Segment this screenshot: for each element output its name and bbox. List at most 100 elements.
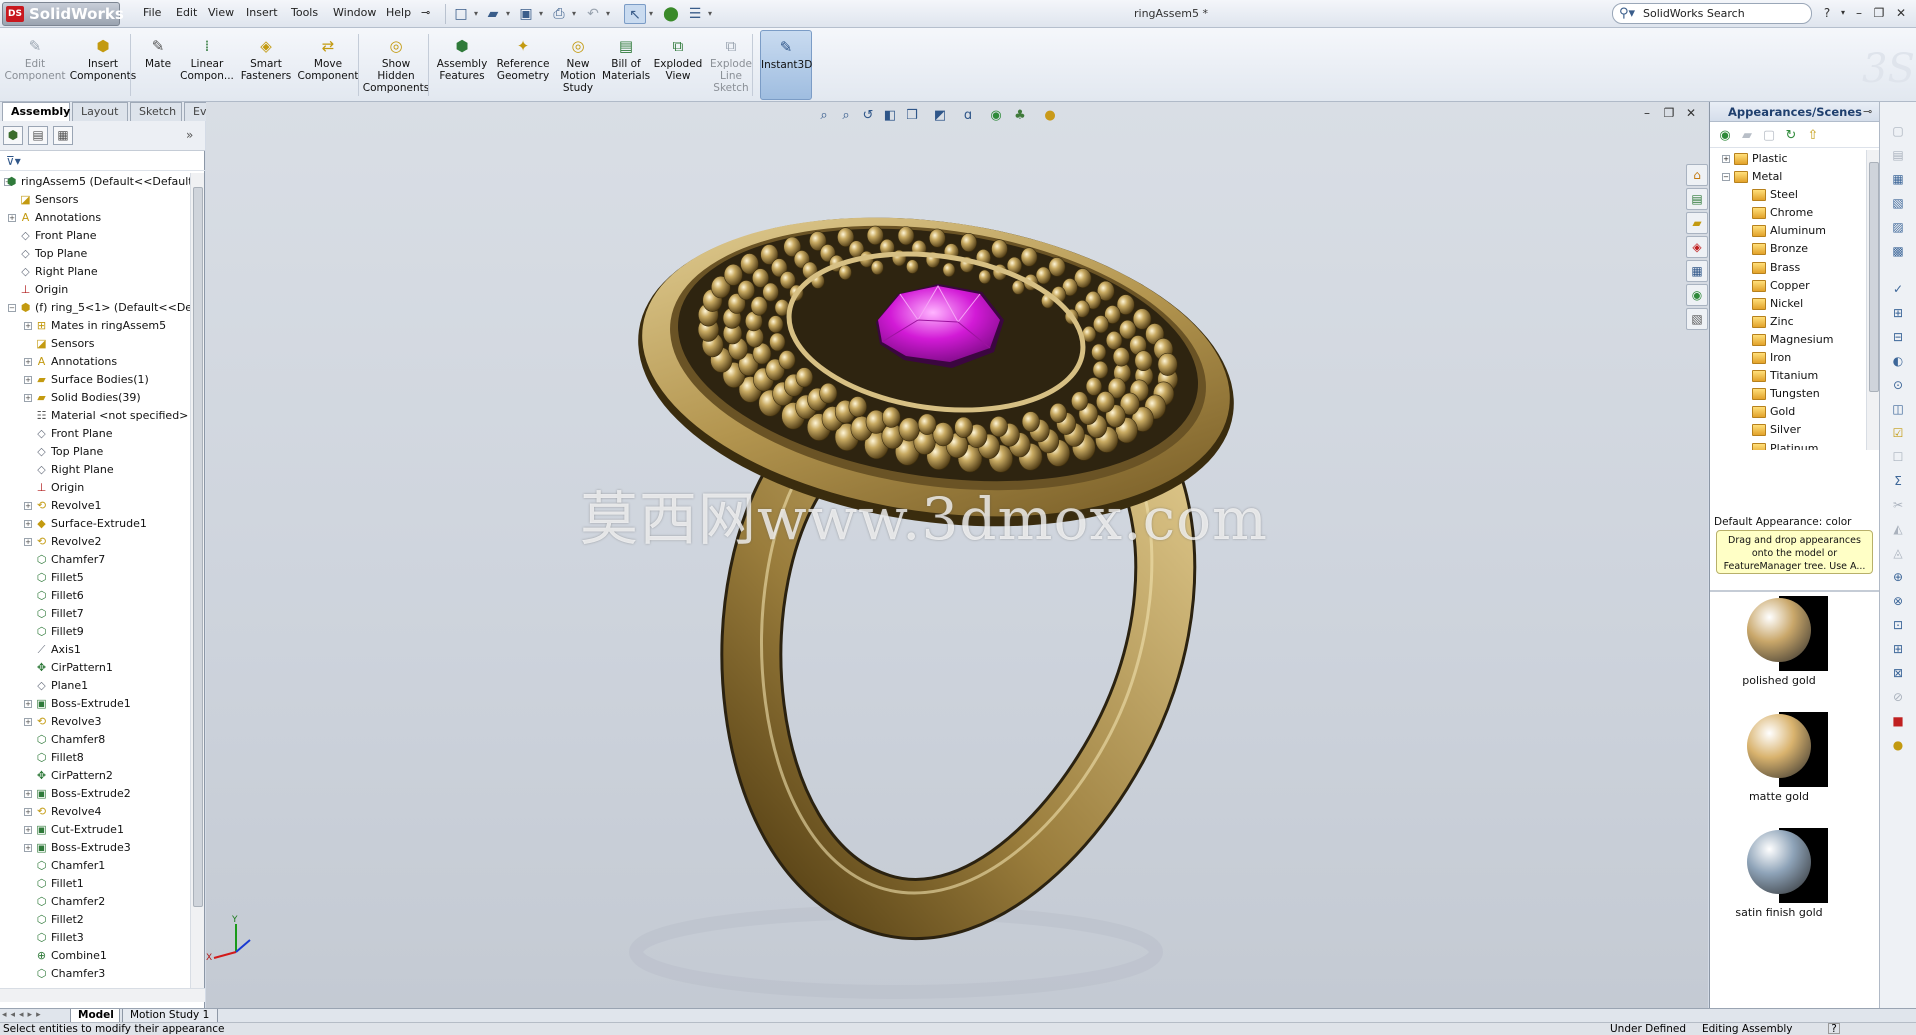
strip-icon-13[interactable]: ☑ (1888, 424, 1908, 442)
tree-item[interactable]: ✥ CirPattern2 (0, 767, 190, 785)
appearance-item[interactable]: Brass (1710, 259, 1866, 277)
appearance-item[interactable]: + Plastic (1710, 150, 1866, 168)
expand-icon[interactable]: + (24, 844, 32, 852)
file-properties-icon[interactable]: ☰ (684, 4, 706, 24)
collapse-icon[interactable]: − (8, 304, 16, 312)
appearances-scrollbar[interactable] (1866, 150, 1880, 450)
menu-window[interactable]: Window (333, 6, 376, 19)
appearance-item[interactable]: Platinum (1710, 440, 1866, 450)
tab-layout[interactable]: Layout (72, 102, 128, 121)
cmd-linear-pattern-button[interactable]: ⁞ Linear Compon... (178, 30, 236, 100)
hide-show-items-icon[interactable]: ɑ (958, 106, 978, 126)
display-style-icon[interactable]: ◩ (930, 106, 950, 126)
swatch-matte-gold[interactable] (1730, 712, 1828, 787)
previous-view-icon[interactable]: ↺ (858, 106, 878, 126)
strip-icon-3[interactable]: ▦ (1888, 170, 1908, 188)
chevron-down-icon[interactable]: ▾ (537, 4, 545, 24)
tree-item[interactable]: ⬡ Fillet9 (0, 623, 190, 641)
appearance-item[interactable]: Magnesium (1710, 331, 1866, 349)
viewport-close-button[interactable]: ✕ (1682, 106, 1700, 122)
tree-item[interactable]: ◪ Sensors (0, 335, 190, 353)
appearance-item[interactable]: Bronze (1710, 240, 1866, 258)
appearances-scenes-icon[interactable]: ◉ (1686, 284, 1708, 306)
strip-icon-16[interactable]: ✂ (1888, 496, 1908, 514)
tree-item[interactable]: ◇ Front Plane (0, 425, 190, 443)
tree-item[interactable]: ◇ Top Plane (0, 245, 190, 263)
close-button[interactable]: ✕ (1892, 5, 1910, 21)
tree-item[interactable]: ⊥ Origin (0, 479, 190, 497)
expand-icon[interactable]: + (24, 826, 32, 834)
tree-item[interactable]: + ⟲ Revolve4 (0, 803, 190, 821)
menu-insert[interactable]: Insert (246, 6, 278, 19)
cmd-mate-button[interactable]: ✎ Mate (140, 30, 176, 100)
tree-item[interactable]: ◇ Right Plane (0, 461, 190, 479)
appearance-item[interactable]: Chrome (1710, 204, 1866, 222)
expand-panel-icon[interactable]: » (186, 128, 193, 142)
expand-icon[interactable]: + (24, 394, 32, 402)
tree-item[interactable]: + A Annotations (0, 353, 190, 371)
appearance-item[interactable]: Gold (1710, 403, 1866, 421)
strip-icon-9[interactable]: ⊟ (1888, 328, 1908, 346)
tree-item[interactable]: ⬡ Fillet5 (0, 569, 190, 587)
chevron-down-icon[interactable]: ▾ (647, 4, 655, 24)
strip-icon-12[interactable]: ◫ (1888, 400, 1908, 418)
tree-item[interactable]: + ▰ Solid Bodies(39) (0, 389, 190, 407)
strip-icon-17[interactable]: ◭ (1888, 520, 1908, 538)
apply-scene-icon[interactable]: ♣ (1010, 106, 1030, 126)
search-input[interactable]: ⚲▾ SolidWorks Search (1612, 3, 1812, 24)
strip-icon-1[interactable]: ▢ (1888, 122, 1908, 140)
tree-item[interactable]: ⬡ Fillet7 (0, 605, 190, 623)
tree-item[interactable]: ☷ Material <not specified> (0, 407, 190, 425)
tree-item[interactable]: ⬡ Chamfer7 (0, 551, 190, 569)
tree-item[interactable]: − ⬢ (f) ring_5<1> (Default<<Def (0, 299, 190, 317)
chevron-down-icon[interactable]: ▾ (604, 4, 612, 24)
tab-sketch[interactable]: Sketch (130, 102, 182, 121)
cmd-assembly-features-button[interactable]: ⬢ Assembly Features (434, 30, 490, 100)
appearance-item[interactable]: Silver (1710, 421, 1866, 439)
sum-icon[interactable]: Σ (1888, 472, 1908, 490)
save-icon[interactable]: ▣ (515, 4, 537, 24)
cmd-insert-components-button[interactable]: ⬢ Insert Components (68, 30, 138, 100)
status-help-icon[interactable]: ? (1828, 1023, 1840, 1034)
swatch-satin-finish-gold[interactable] (1730, 828, 1828, 903)
appearance-item[interactable]: Tungsten (1710, 385, 1866, 403)
tree-item[interactable]: ⬡ Chamfer1 (0, 857, 190, 875)
swatch-polished-gold[interactable] (1730, 596, 1828, 671)
strip-icon-11[interactable]: ⊙ (1888, 376, 1908, 394)
expand-icon[interactable]: + (24, 700, 32, 708)
appearance-item[interactable]: Iron (1710, 349, 1866, 367)
view-orientation-icon[interactable]: ❒ (902, 106, 922, 126)
cmd-instant3d-button[interactable]: ✎ Instant3D (760, 30, 812, 100)
tab-scroll-arrows-icon[interactable]: ◂◂◂▸▸ (2, 1009, 66, 1023)
expand-icon[interactable]: + (24, 520, 32, 528)
expand-icon[interactable]: + (24, 322, 32, 330)
cmd-edit-component-button[interactable]: ✎ Edit Component (4, 30, 66, 100)
expand-icon[interactable]: + (24, 376, 32, 384)
chevron-down-icon[interactable]: ▾ (570, 4, 578, 24)
section-view-icon[interactable]: ◧ (880, 106, 900, 126)
appearance-item[interactable]: Titanium (1710, 367, 1866, 385)
tree-item[interactable]: + ⟲ Revolve3 (0, 713, 190, 731)
tree-item[interactable]: ⊥ Origin (0, 281, 190, 299)
appearance-item[interactable]: Nickel (1710, 295, 1866, 313)
tab-assembly[interactable]: Assembly (2, 102, 70, 121)
strip-icon-25[interactable]: ■ (1888, 712, 1908, 730)
tree-item[interactable]: ⟋ Axis1 (0, 641, 190, 659)
new-document-icon[interactable]: □ (450, 4, 472, 24)
cmd-move-component-button[interactable]: ⇄ Move Component (296, 30, 360, 100)
solidworks-logo[interactable]: DS SolidWorks (2, 2, 124, 26)
solidworks-resources-icon[interactable]: ⌂ (1686, 164, 1708, 186)
tree-item[interactable]: ◪ Sensors (0, 191, 190, 209)
configuration-manager-tab-icon[interactable]: ▦ (53, 126, 73, 145)
cmd-reference-geometry-button[interactable]: ✦ Reference Geometry (492, 30, 554, 100)
expand-icon[interactable]: + (24, 808, 32, 816)
tree-item[interactable]: − ⬢ ringAssem5 (Default<<Default (0, 173, 190, 191)
tree-item[interactable]: + A Annotations (0, 209, 190, 227)
tree-item[interactable]: + ▰ Surface Bodies(1) (0, 371, 190, 389)
zoom-to-area-icon[interactable]: ⌕ (836, 106, 856, 126)
tree-item[interactable]: ◇ Right Plane (0, 263, 190, 281)
menu-file[interactable]: File (143, 6, 161, 19)
strip-icon-4[interactable]: ▧ (1888, 194, 1908, 212)
bottom-tab-model[interactable]: Model (70, 1009, 120, 1023)
expand-icon[interactable]: + (24, 718, 32, 726)
